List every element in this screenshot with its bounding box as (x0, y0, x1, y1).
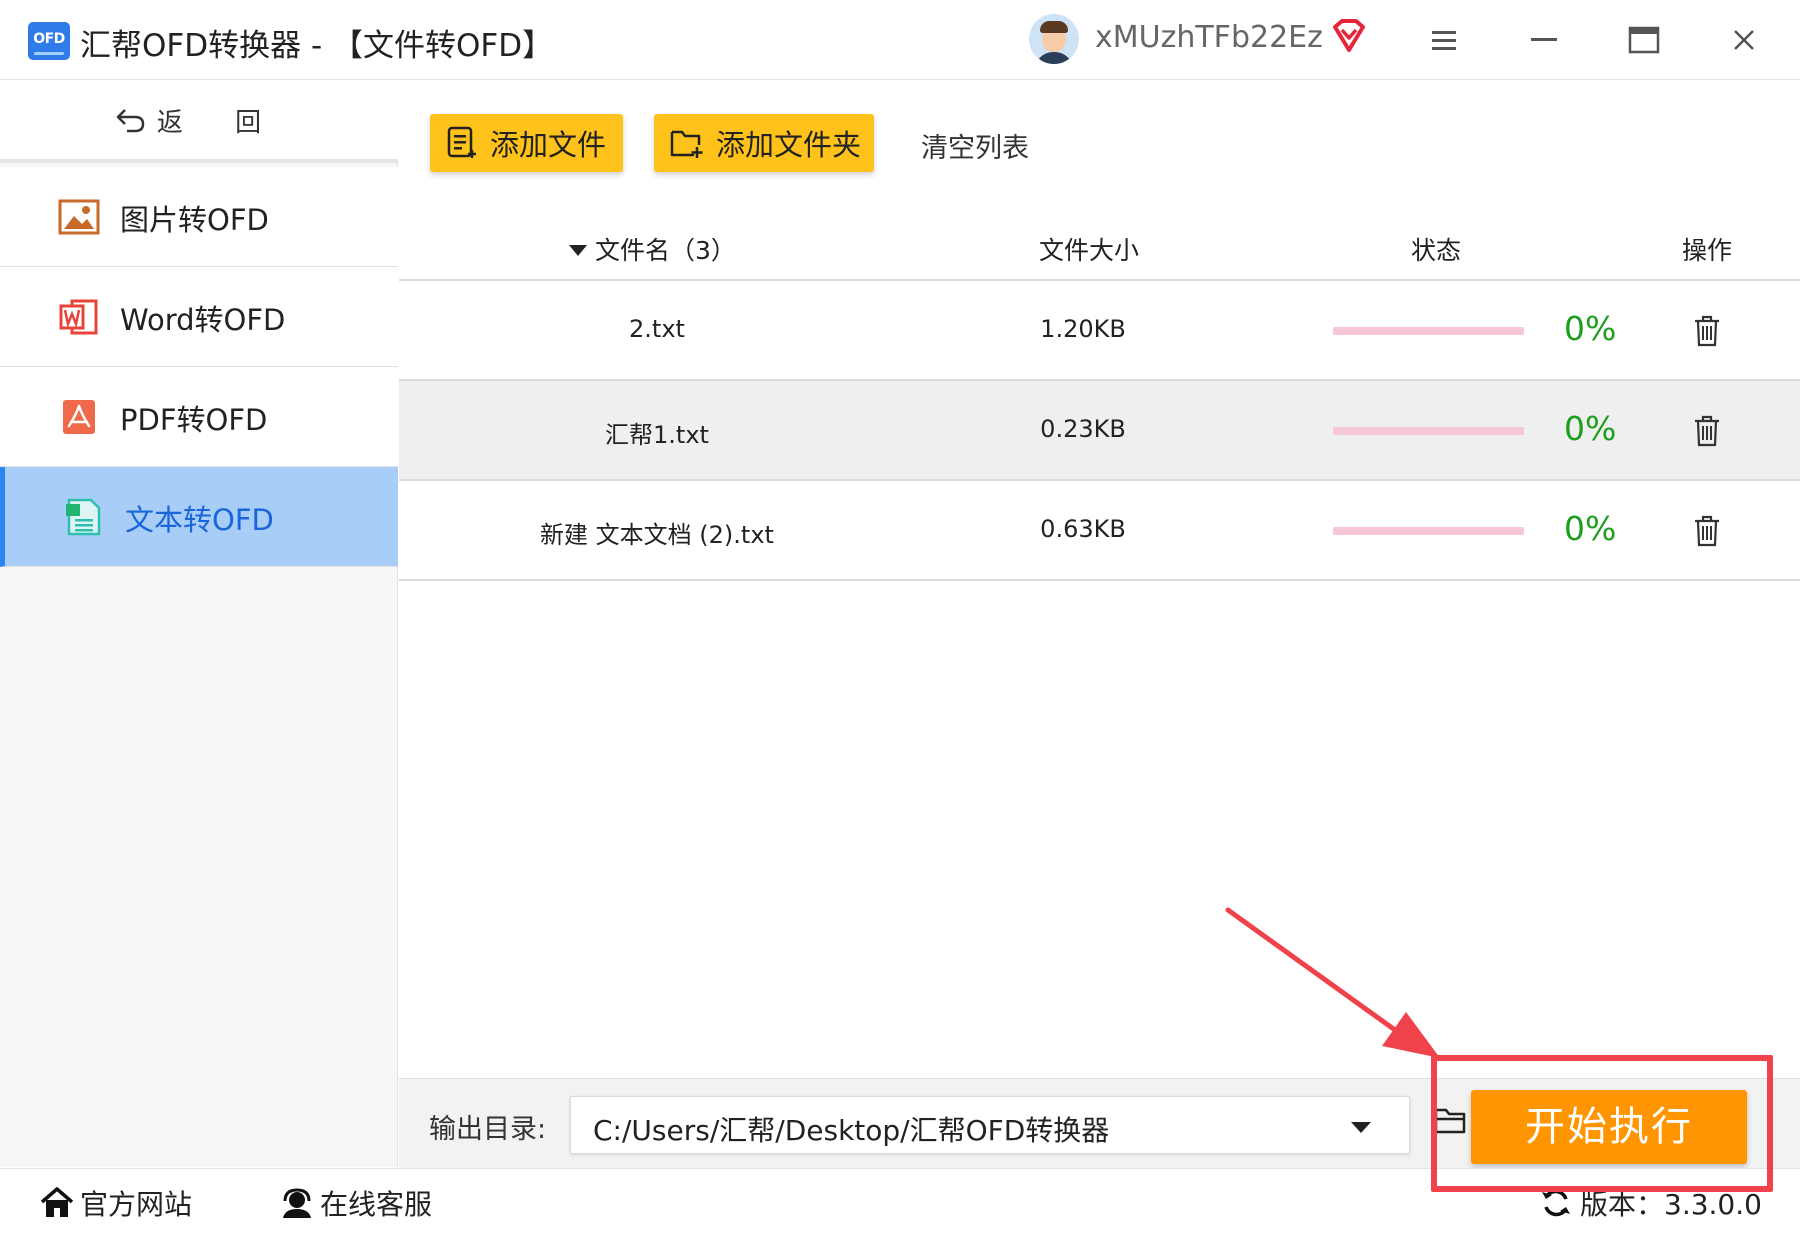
text-file-icon (66, 498, 101, 536)
output-dir-label: 输出目录: (429, 1114, 547, 1145)
maximize-icon (1628, 26, 1660, 54)
sidebar-item-text-to-ofd[interactable]: 文本转OFD (0, 467, 398, 567)
file-size: 0.63KB (1040, 515, 1126, 543)
app-logo-icon: OFD (28, 22, 70, 60)
back-label: 返 回 (156, 107, 284, 138)
minimize-button[interactable] (1522, 18, 1566, 62)
menu-button[interactable] (1422, 18, 1466, 62)
pdf-icon (63, 400, 95, 434)
chevron-down-icon (1351, 1122, 1371, 1133)
sidebar-item-image-to-ofd[interactable]: 图片转OFD (0, 167, 398, 267)
column-header-action: 操作 (1682, 236, 1733, 265)
refresh-icon (1542, 1189, 1570, 1217)
sidebar: 返 回 图片转OFD Word转OFD PDF转OFD 文本转OFD (0, 81, 398, 1167)
progress-percent: 0% (1564, 509, 1617, 548)
column-header-name-label: 文件名（3） (595, 236, 736, 265)
file-name: 新建 文本文档 (2).txt (540, 521, 774, 549)
sort-triangle-icon (569, 245, 587, 256)
official-website-label: 官方网站 (80, 1188, 193, 1221)
file-size: 1.20KB (1040, 315, 1126, 343)
maximize-button[interactable] (1622, 18, 1666, 62)
image-icon (58, 199, 100, 235)
start-button[interactable]: 开始执行 (1471, 1090, 1747, 1164)
add-folder-label: 添加文件夹 (716, 128, 862, 162)
progress-bar (1333, 327, 1524, 335)
word-icon (59, 299, 98, 335)
headset-icon (283, 1188, 311, 1218)
hamburger-menu-icon (1432, 31, 1456, 50)
clear-list-button[interactable]: 清空列表 (921, 126, 1029, 165)
progress-percent: 0% (1564, 309, 1617, 348)
username[interactable]: xMUzhTFb22Ez (1095, 20, 1323, 55)
file-name: 2.txt (629, 315, 685, 343)
title-bar: OFD 汇帮OFD转换器 - 【文件转OFD】 xMUzhTFb22Ez (0, 0, 1800, 80)
online-service-link[interactable]: 在线客服 (280, 1183, 432, 1223)
file-size: 0.23KB (1040, 415, 1126, 443)
progress-bar (1333, 427, 1524, 435)
sidebar-item-pdf-to-ofd[interactable]: PDF转OFD (0, 367, 398, 467)
footer: 官方网站 在线客服 版本：3.3.0.0 (0, 1168, 1800, 1234)
back-button[interactable]: 返 回 (0, 81, 398, 163)
close-icon (1734, 30, 1754, 50)
add-folder-icon (670, 130, 703, 158)
table-row[interactable]: 新建 文本文档 (2).txt 0.63KB 0% (399, 481, 1800, 581)
add-file-icon (447, 126, 476, 158)
online-service-label: 在线客服 (320, 1188, 433, 1221)
official-website-link[interactable]: 官方网站 (40, 1183, 192, 1223)
sidebar-item-label: Word转OFD (120, 303, 286, 337)
sidebar-item-word-to-ofd[interactable]: Word转OFD (0, 267, 398, 367)
diamond-icon[interactable] (1330, 18, 1368, 54)
main-panel: 添加文件 添加文件夹 清空列表 文件名（3） 文件大小 状态 操作 2.txt … (399, 81, 1800, 1081)
window-title: 汇帮OFD转换器 - 【文件转OFD】 (80, 28, 554, 64)
output-dir-select[interactable]: C:/Users/汇帮/Desktop/汇帮OFD转换器 (570, 1096, 1410, 1154)
trash-icon[interactable] (1692, 414, 1722, 448)
trash-icon[interactable] (1692, 514, 1722, 548)
sidebar-item-label: PDF转OFD (120, 403, 268, 437)
progress-bar (1333, 527, 1524, 535)
add-file-label: 添加文件 (490, 128, 607, 162)
column-header-status: 状态 (1411, 236, 1462, 265)
file-name: 汇帮1.txt (605, 421, 709, 449)
column-header-name[interactable]: 文件名（3） (569, 231, 736, 267)
close-button[interactable] (1722, 18, 1766, 62)
version-info[interactable]: 版本：3.3.0.0 (1540, 1183, 1762, 1223)
open-folder-icon[interactable] (1434, 1106, 1468, 1136)
table-row[interactable]: 汇帮1.txt 0.23KB 0% (399, 381, 1800, 481)
minimize-icon (1531, 38, 1557, 41)
app-logo-text: OFD (33, 31, 65, 47)
add-folder-button[interactable]: 添加文件夹 (654, 114, 874, 172)
trash-icon[interactable] (1692, 314, 1722, 348)
output-bar: 输出目录: C:/Users/汇帮/Desktop/汇帮OFD转换器 开始执行 (399, 1078, 1800, 1168)
home-icon (40, 1187, 74, 1217)
sidebar-item-label: 图片转OFD (120, 203, 269, 237)
progress-percent: 0% (1564, 409, 1617, 448)
sidebar-item-label: 文本转OFD (125, 503, 274, 537)
user-avatar[interactable] (1029, 14, 1079, 64)
table-header: 文件名（3） 文件大小 状态 操作 (399, 211, 1800, 281)
column-header-size: 文件大小 (1039, 236, 1140, 265)
output-dir-value: C:/Users/汇帮/Desktop/汇帮OFD转换器 (593, 1114, 1110, 1147)
add-file-button[interactable]: 添加文件 (430, 114, 623, 172)
table-row[interactable]: 2.txt 1.20KB 0% (399, 281, 1800, 381)
back-arrow-icon (116, 109, 145, 133)
version-label: 版本：3.3.0.0 (1580, 1188, 1762, 1221)
